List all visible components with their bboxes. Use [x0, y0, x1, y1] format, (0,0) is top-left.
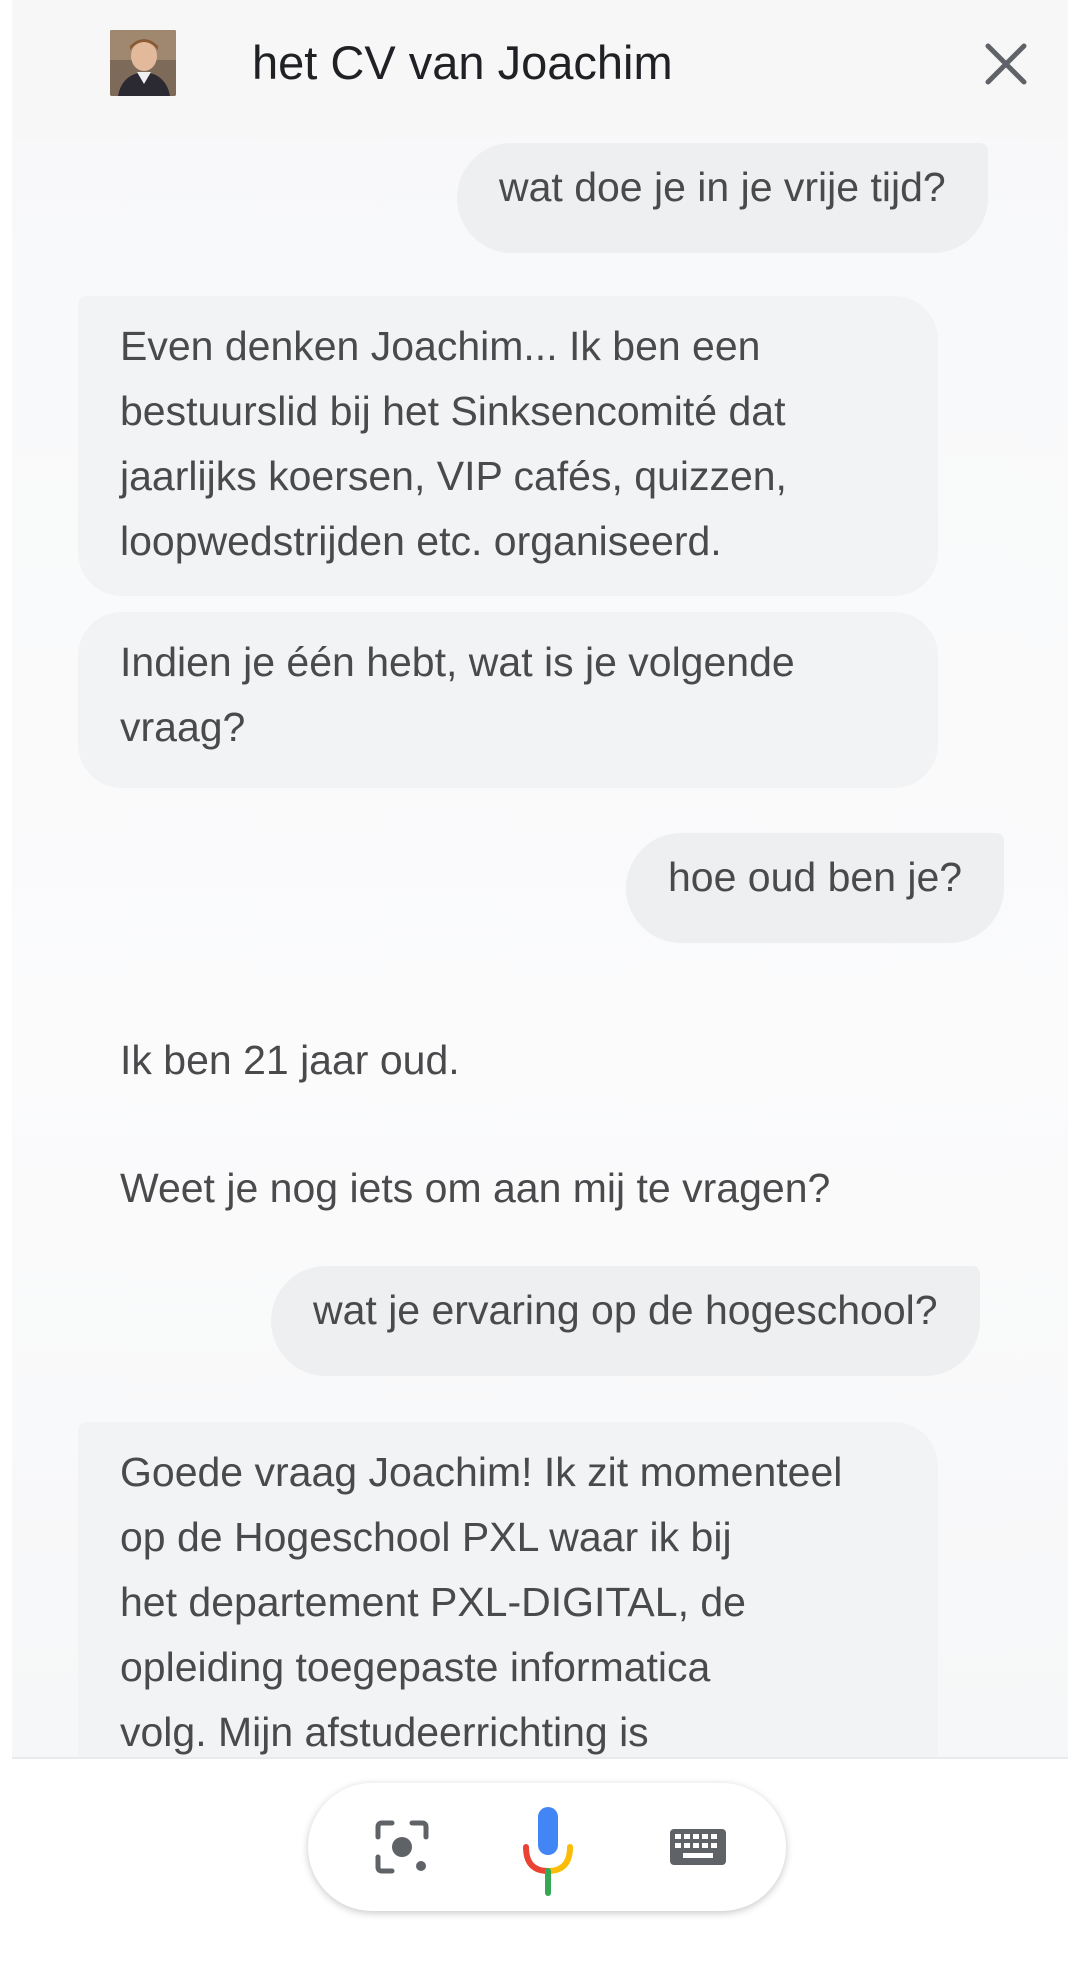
user-message-text: wat doe je in je vrije tijd? [499, 164, 946, 210]
microphone-icon [523, 1807, 573, 1896]
user-message-text: hoe oud ben je? [668, 854, 963, 900]
assistant-message-line: jaarlijks koersen, VIP cafés, quizzen, [120, 453, 787, 499]
user-message: wat doe je in je vrije tijd? [457, 143, 988, 253]
profile-photo-icon [110, 30, 176, 96]
assistant-message-line: opleiding toegepaste informatica [120, 1644, 711, 1690]
assistant-message: Even denken Joachim... Ik ben een bestuu… [78, 296, 938, 596]
assistant-message-line: Ik ben 21 jaar oud. [120, 1037, 460, 1083]
lens-icon [375, 1820, 429, 1874]
assistant-message-line: volg. Mijn afstudeerrichting is [120, 1709, 649, 1755]
input-pill [308, 1783, 786, 1911]
user-message-text: wat je ervaring op de hogeschool? [313, 1287, 938, 1333]
assistant-message: Weet je nog iets om aan mij te vragen? [78, 1138, 978, 1228]
input-bar [12, 1757, 1068, 1980]
assistant-screen: wat doe je in je vrije tijd? Even denken… [0, 0, 1080, 1980]
user-message: hoe oud ben je? [626, 833, 1005, 943]
conversation-panel[interactable]: wat doe je in je vrije tijd? Even denken… [12, 0, 1068, 1757]
assistant-message-line: het departement PXL-DIGITAL, de [120, 1579, 746, 1625]
assistant-message-line: Even denken Joachim... Ik ben een [120, 323, 761, 369]
assistant-message-line: vraag? [120, 704, 246, 750]
assistant-message: Goede vraag Joachim! Ik zit momenteel op… [78, 1422, 938, 1757]
page-title: het CV van Joachim [252, 36, 673, 89]
close-button[interactable] [978, 36, 1034, 92]
lens-button[interactable] [362, 1807, 442, 1887]
close-icon [985, 43, 1027, 85]
user-message: wat je ervaring op de hogeschool? [271, 1266, 980, 1376]
assistant-message-line: Indien je één hebt, wat is je volgende [120, 639, 795, 685]
assistant-message-line: loopwedstrijden etc. organiseerd. [120, 518, 722, 564]
keyboard-button[interactable] [658, 1807, 738, 1887]
assistant-message-line: bestuurslid bij het Sinksencomité dat [120, 388, 786, 434]
microphone-button[interactable] [506, 1801, 590, 1901]
assistant-message: Ik ben 21 jaar oud. [78, 1010, 938, 1100]
avatar[interactable] [110, 30, 176, 96]
assistant-message-line: op de Hogeschool PXL waar ik bij [120, 1514, 732, 1560]
keyboard-icon [670, 1829, 726, 1865]
header-bar: het CV van Joachim [12, 0, 1068, 138]
assistant-message-line: Weet je nog iets om aan mij te vragen? [120, 1165, 831, 1211]
assistant-message: Indien je één hebt, wat is je volgende v… [78, 612, 938, 788]
assistant-message-line: Goede vraag Joachim! Ik zit momenteel [120, 1449, 843, 1495]
